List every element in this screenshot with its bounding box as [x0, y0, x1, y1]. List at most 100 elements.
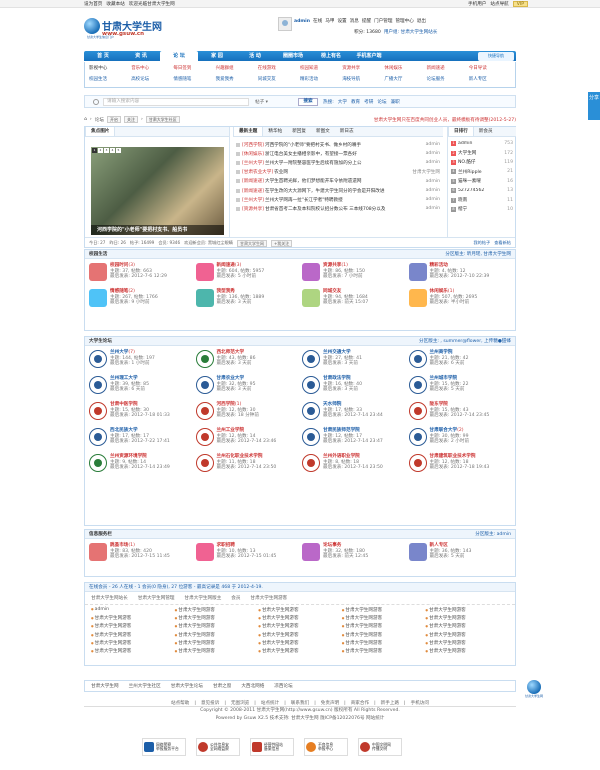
side-badge[interactable]: 甘肃大学生网 — [524, 680, 544, 702]
forum-icon[interactable] — [89, 289, 107, 307]
forum-name[interactable]: 校园时问 — [110, 263, 128, 268]
forum-last-post[interactable]: 最后发表: 2012-7-14 23:50 — [217, 465, 277, 471]
forum-last-post[interactable]: 最后发表: 2012-7-14 23:49 — [110, 465, 170, 471]
subnav-item[interactable]: 在线游戏 — [258, 65, 300, 71]
forum-icon[interactable] — [302, 543, 320, 561]
home-icon[interactable]: ⌂ — [84, 117, 87, 122]
forum-name[interactable]: 甘肃政法学院 — [323, 376, 351, 381]
thread-title[interactable]: 农业网 — [274, 169, 406, 175]
footer-link[interactable]: 新手上路 — [381, 700, 399, 706]
forum-name[interactable]: 情感随笔 — [110, 289, 128, 294]
online-user[interactable]: 甘肃大学生网游客 — [425, 623, 509, 629]
thread-title[interactable]: 甘肃省首考二本及本科院校认招分数公布 三本线708分以及 — [265, 206, 422, 212]
online-status[interactable]: 在线 — [313, 18, 322, 24]
school-emblem-icon[interactable] — [195, 402, 214, 420]
school-emblem-icon[interactable] — [302, 350, 320, 368]
forum-cell[interactable]: 甘肃政法学院 主题: 16, 帖数: 40 最后发表: 3 天前 — [300, 375, 407, 401]
rank-name[interactable]: 大学生网 — [458, 150, 501, 156]
forum-name[interactable]: 精彩活动 — [430, 263, 448, 268]
tab-new-images[interactable]: 新图文 — [311, 127, 335, 136]
friend-link[interactable]: 甘肃大学生论坛 — [171, 683, 203, 689]
alias-link[interactable]: 马甲 — [325, 18, 334, 24]
forum-name[interactable]: 兰州交通大学 — [323, 350, 351, 355]
online-user[interactable]: 甘肃大学生网游客 — [175, 648, 259, 654]
friend-link[interactable]: 兰州大学生社区 — [129, 683, 161, 689]
focus-caption[interactable]: 河西学院的"小老师"要把村支书、船员书 — [91, 225, 224, 235]
cert-badge[interactable]: 公共信息安 全网络监察 — [196, 738, 240, 756]
credits-link[interactable]: 积分: 13680 — [354, 29, 381, 35]
search-input[interactable]: 请输入搜索内容 — [103, 98, 249, 106]
forum-last-post[interactable]: 最后发表: 2012-7-6 12:29 — [110, 274, 167, 280]
list-item[interactable]: [甘肃农业大学] 农业网 甘肃大学生网 — [236, 168, 440, 177]
online-user[interactable]: 甘肃大学生网游客 — [175, 632, 259, 638]
forum-name[interactable]: 陇东学院 — [430, 402, 448, 407]
forum-cell[interactable]: 河西学院(1) 主题: 12, 帖数: 30 最后发表: 18 分钟前 — [194, 401, 301, 427]
subnav-item[interactable]: 校园生活 — [89, 76, 131, 82]
forum-cell[interactable]: 兰州理工大学 主题: 39, 帖数: 85 最后发表: 6 天前 — [87, 375, 194, 401]
thread-title[interactable]: 兰州大学一附院整容医学生后续有施加的分上公 — [265, 160, 422, 166]
school-emblem-icon[interactable] — [195, 350, 214, 368]
thread-title[interactable]: 在学生改的大大源网下，牛建大学生同分的学会是开阳改进 — [265, 188, 422, 194]
online-user[interactable]: 甘肃大学生网游客 — [258, 615, 342, 621]
list-item[interactable]: 7 晓南 11 — [451, 195, 513, 204]
forum-name[interactable]: 兰州理工大学 — [110, 376, 138, 381]
rank-name[interactable]: 楷宁 — [458, 206, 501, 212]
section-moderators[interactable]: 分区版主: admin — [475, 530, 511, 538]
forum-last-post[interactable]: 最后发表: 18 分钟前 — [217, 413, 259, 419]
list-item[interactable]: [休闲娱乐] 浙江电台美女主播相亲影中，有望接一票各好 admin — [236, 149, 440, 158]
subnav-item[interactable]: 海枝导航 — [342, 76, 384, 82]
footer-link[interactable]: 免责声明 — [321, 700, 339, 706]
forum-name[interactable]: 兰州商学院 — [430, 350, 453, 355]
hot-search-link[interactable]: 兼职 — [391, 99, 400, 105]
subnav-item[interactable]: 休闲娱乐 — [384, 65, 426, 71]
forum-name[interactable]: 休闲娱乐 — [430, 289, 448, 294]
focus-page[interactable]: 1 — [92, 148, 97, 153]
forum-name[interactable]: 新人专区 — [430, 543, 448, 548]
forum-name[interactable]: 跳蚤市场 — [110, 543, 128, 548]
powered-by[interactable]: Powered by Gsuw X2.5 技术支持: 甘肃大学生网 陇ICP备1… — [0, 715, 600, 723]
section-moderators[interactable]: 分区版主: 昕月瑶, 甘肃大学生网 — [445, 250, 511, 258]
forum-cell[interactable]: 新闻速递(3) 主题: 604, 帖数: 5957 最后发表: 5 小时前 — [194, 262, 301, 288]
school-emblem-icon[interactable] — [408, 376, 427, 394]
hot-search-link[interactable]: 教育 — [351, 99, 360, 105]
subnav-item[interactable]: 影视中心 — [89, 65, 131, 71]
section-moderators[interactable]: 分区版主: , summer@flower, 上传糖●甜蜂 — [419, 337, 511, 345]
hot-search-link[interactable]: 论坛 — [377, 99, 386, 105]
nav-market[interactable]: 圈圈市场 — [274, 51, 312, 61]
forum-last-post[interactable]: 最后发表: 1 小时前 — [110, 361, 155, 367]
subnav-item[interactable]: 每日签到 — [173, 65, 215, 71]
stat-welcome[interactable]: 欢迎新会员: 黑城红尘眼睛 — [184, 240, 233, 246]
forum-name[interactable]: 资源共享 — [323, 263, 341, 268]
hot-search-link[interactable]: 考研 — [364, 99, 373, 105]
school-emblem-icon[interactable] — [89, 428, 107, 446]
nav-events[interactable]: 活 动 — [236, 51, 274, 61]
logout-link[interactable]: 退出 — [417, 18, 426, 24]
tab-new-members[interactable]: 新会员 — [474, 127, 498, 136]
focus-page[interactable]: 4 — [110, 148, 115, 153]
list-item[interactable]: 2 大学生网 172 — [451, 148, 513, 157]
footer-link[interactable]: 手机访问 — [411, 700, 429, 706]
forum-cell[interactable]: 同城交友 主题: 94, 帖数: 1684 最后发表: 前天 15:07 — [300, 288, 407, 314]
list-item[interactable]: [新闻速递] 在学生改的大大源网下，牛建大学生同分的学会是开阳改进 admin — [236, 186, 440, 195]
subnav-item[interactable]: 情感随笔 — [173, 76, 215, 82]
subnav-item[interactable]: 广播大厅 — [384, 76, 426, 82]
open-button[interactable]: 开启 — [106, 116, 121, 123]
forum-icon[interactable] — [195, 289, 214, 307]
online-user[interactable]: 甘肃大学生网游客 — [258, 607, 342, 613]
cert-badge[interactable]: 网络警察 举报服务平台 — [142, 738, 186, 756]
forum-last-post[interactable]: 最后发表: 6 天前 — [430, 361, 469, 367]
forum-last-post[interactable]: 最后发表: 2012-7-18 19:43 — [430, 465, 490, 471]
forum-last-post[interactable]: 最后发表: 2012-7-10 22:39 — [430, 274, 490, 280]
forum-cell[interactable]: 兰州资源环境学院 主题: 9, 帖数: 14 最后发表: 2012-7-14 23:… — [87, 453, 194, 479]
forum-cell[interactable]: 西北师范大学 主题: 43, 帖数: 86 最后发表: 3 天前 — [194, 349, 301, 375]
forum-cell[interactable]: 兰州城市学院 主题: 15, 帖数: 22 最后发表: 5 天前 — [407, 375, 514, 401]
forum-last-post[interactable]: 最后发表: 7 小时前 — [323, 274, 365, 280]
school-emblem-icon[interactable] — [408, 454, 427, 472]
nav-news[interactable]: 资 讯 — [122, 51, 160, 61]
forum-name[interactable]: 论坛事务 — [323, 543, 341, 548]
settings-link[interactable]: 设置 — [337, 18, 346, 24]
online-user[interactable]: 甘肃大学生网游客 — [91, 632, 175, 638]
school-emblem-icon[interactable] — [302, 402, 320, 420]
school-emblem-icon[interactable] — [302, 454, 320, 472]
thread-tag[interactable]: [兰州大学] — [242, 160, 264, 166]
